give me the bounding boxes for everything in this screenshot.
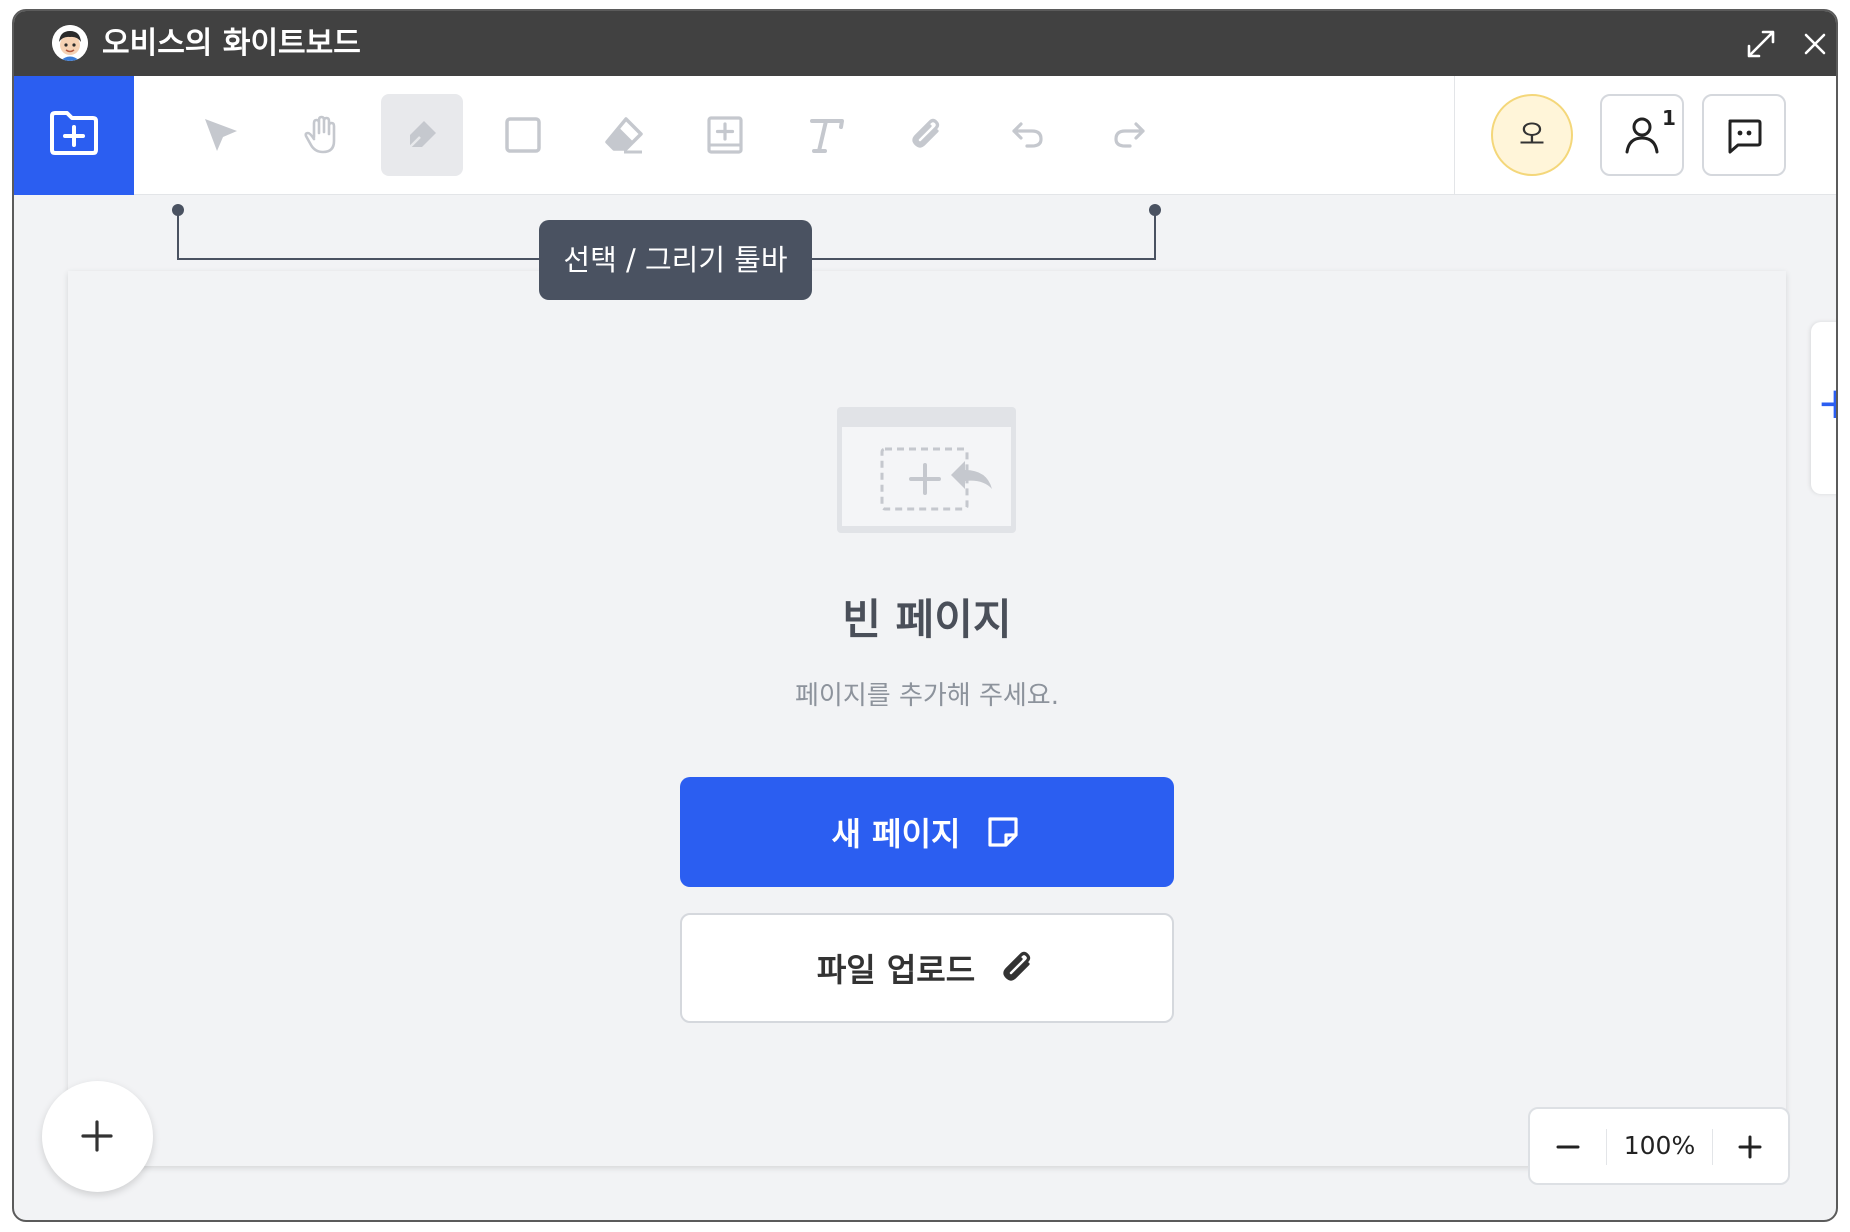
new-page-label: 새 페이지 [831,815,961,853]
avatar-initial: 오 [1519,118,1545,151]
text-tool-button[interactable] [785,94,867,176]
eraser-icon [605,117,643,154]
whiteboard-canvas[interactable] [68,271,1786,1166]
empty-state-title: 빈 페이지 [842,595,1012,644]
window-title: 오비스의 화이트보드 [102,26,361,61]
chat-button[interactable] [1702,94,1786,176]
toolbar-tooltip: 선택 / 그리기 툴바 [539,220,812,300]
paperclip-icon [1003,951,1031,981]
redo-icon [1114,122,1145,148]
chat-icon [1728,119,1762,154]
empty-page-illustration [837,407,1016,533]
attach-icon [912,118,940,148]
undo-button[interactable] [987,94,1069,176]
select-tool-button[interactable] [180,94,262,176]
redo-button[interactable] [1088,94,1170,176]
pen-icon [409,121,436,148]
note-icon [988,817,1019,847]
file-upload-label: 파일 업로드 [816,951,976,989]
side-panel-add-tab[interactable]: + [1811,322,1836,494]
hand-tool-button[interactable] [280,94,362,176]
rectangle-icon [505,117,541,153]
pen-tool-button[interactable] [381,94,463,176]
expand-icon[interactable] [1744,27,1778,61]
toolbar: 오 1 [14,76,1836,195]
title-bar: 오비스의 화이트보드 [14,11,1836,76]
bracket-line-bottom-right [810,258,1156,260]
zoom-level: 100% [1623,1131,1696,1160]
close-icon[interactable] [1798,27,1832,61]
plus-icon [1738,1135,1762,1159]
user-avatar-icon [52,25,88,61]
toolbar-divider [1454,76,1455,195]
whiteboard-window: 오비스의 화이트보드 오 1 선택 / 그리기 툴바 빈 페이지 페이지를 추가… [12,9,1838,1222]
file-upload-button[interactable]: 파일 업로드 [680,913,1174,1023]
text-icon [810,119,844,153]
zoom-control: 100% [1528,1107,1790,1185]
bracket-line-bottom-left [177,258,541,260]
add-box-icon [707,116,743,154]
plus-icon: + [1817,378,1836,429]
bracket-line-right [1154,210,1156,260]
participants-button[interactable]: 1 [1600,94,1684,176]
rectangle-tool-button[interactable] [482,94,564,176]
zoom-in-button[interactable] [1730,1127,1770,1167]
folder-plus-icon [50,111,98,155]
minus-icon [1556,1145,1580,1149]
add-element-tool-button[interactable] [684,94,766,176]
zoom-divider [1712,1129,1713,1165]
user-icon [1625,117,1659,154]
plus-icon [81,1120,113,1152]
my-avatar[interactable]: 오 [1491,94,1573,176]
eraser-tool-button[interactable] [583,94,665,176]
add-folder-button[interactable] [14,76,134,195]
add-floating-button[interactable] [42,1081,153,1192]
undo-icon [1012,122,1043,148]
empty-state-subtitle: 페이지를 추가해 주세요. [795,681,1059,711]
new-page-button[interactable]: 새 페이지 [680,777,1174,887]
attach-tool-button[interactable] [886,94,968,176]
hand-icon [304,115,336,154]
zoom-out-button[interactable] [1548,1127,1588,1167]
participant-count: 1 [1662,106,1676,130]
select-arrow-icon [205,119,237,151]
bracket-line-left [177,210,179,260]
